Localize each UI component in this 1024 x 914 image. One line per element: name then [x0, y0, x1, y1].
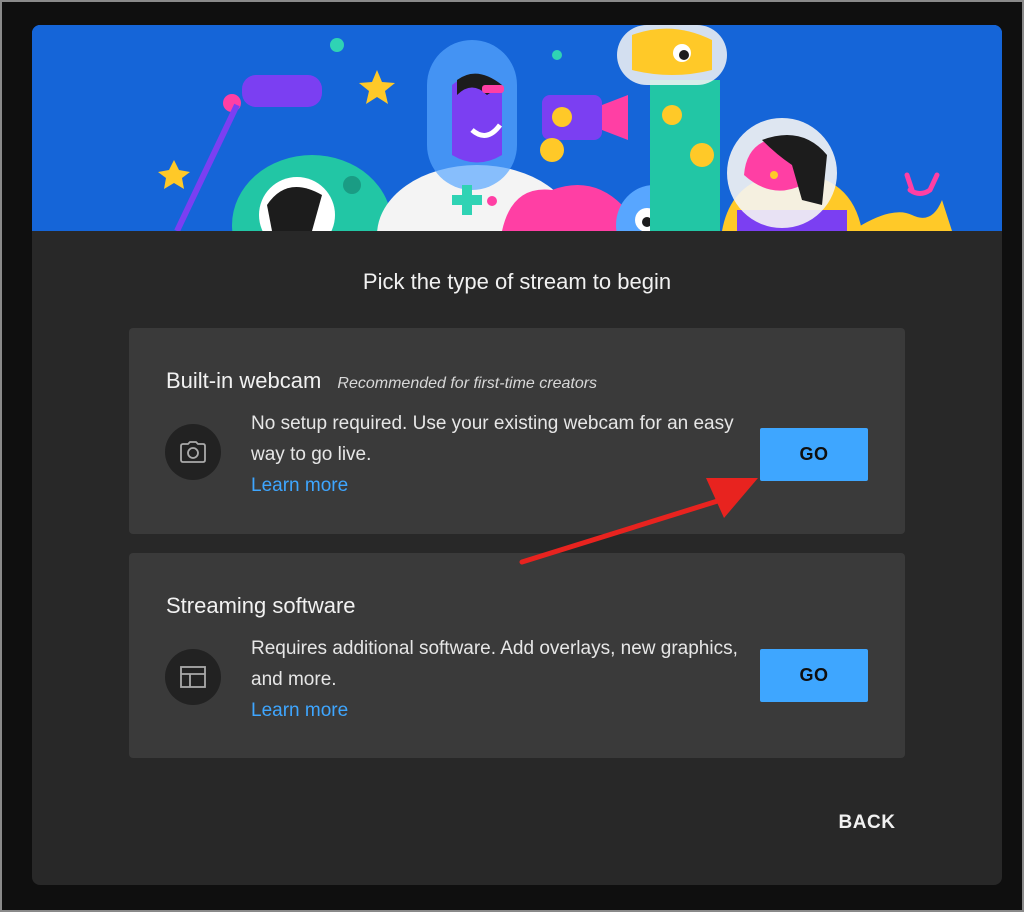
dialog-title: Pick the type of stream to begin — [362, 269, 672, 294]
option-title: Streaming software — [166, 593, 356, 618]
camera-icon — [165, 424, 221, 480]
go-button-software[interactable]: GO — [760, 649, 868, 702]
option-description-text: No setup required. Use your existing web… — [251, 413, 734, 465]
layout-icon — [165, 649, 221, 705]
option-heading: Built-in webcam Recommended for first-ti… — [166, 368, 597, 394]
back-button[interactable]: BACK — [822, 803, 912, 843]
go-button-webcam[interactable]: GO — [760, 428, 868, 481]
option-description: No setup required. Use your existing web… — [251, 408, 741, 501]
option-heading: Streaming software — [166, 593, 356, 619]
option-card-webcam: Built-in webcam Recommended for first-ti… — [129, 328, 905, 534]
option-description-text: Requires additional software. Add overla… — [251, 638, 738, 690]
learn-more-link[interactable]: Learn more — [251, 470, 741, 501]
option-description: Requires additional software. Add overla… — [251, 633, 741, 726]
option-subtitle: Recommended for first-time creators — [337, 375, 598, 392]
learn-more-link[interactable]: Learn more — [251, 695, 741, 726]
option-title: Built-in webcam — [166, 368, 322, 393]
hero-illustration — [32, 25, 1002, 231]
option-card-software: Streaming software Requires additional s… — [129, 553, 905, 758]
stream-type-dialog: Pick the type of stream to begin Built-i… — [32, 25, 1002, 885]
screenshot-frame: Pick the type of stream to begin Built-i… — [0, 0, 1024, 912]
